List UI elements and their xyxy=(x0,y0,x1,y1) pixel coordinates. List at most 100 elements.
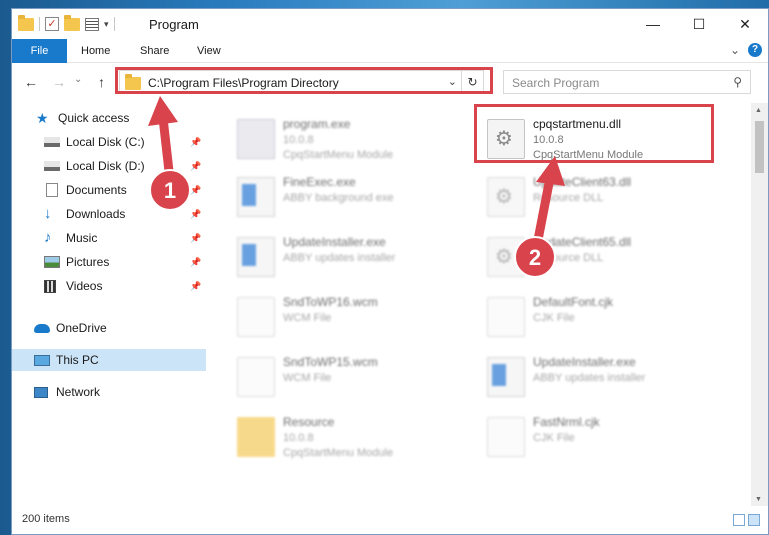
scroll-down-icon[interactable]: ▼ xyxy=(755,496,762,503)
properties-icon[interactable] xyxy=(85,17,99,31)
doc-icon xyxy=(487,297,525,337)
maximize-button[interactable]: ☐ xyxy=(676,9,722,39)
sidebar-item-pictures[interactable]: Pictures 📌 xyxy=(12,251,206,273)
tab-view[interactable]: View xyxy=(185,39,233,63)
tab-file[interactable]: File xyxy=(12,39,67,63)
file-version: 10.0.8 xyxy=(283,432,314,444)
file-description: WCM File xyxy=(283,312,332,324)
file-item[interactable]: SndToWP16.wcm WCM File xyxy=(207,289,443,341)
file-name: DefaultFont.cjk xyxy=(533,295,614,309)
vertical-scrollbar[interactable]: ▲ ▼ xyxy=(751,103,768,507)
computer-icon xyxy=(34,354,50,366)
sidebar-item-label: Pictures xyxy=(66,255,110,269)
large-icons-view-icon[interactable] xyxy=(748,514,760,526)
scroll-thumb[interactable] xyxy=(755,121,764,173)
file-description: CJK File xyxy=(533,432,575,444)
sidebar-item-videos[interactable]: Videos 📌 xyxy=(12,275,206,297)
window-title: Program xyxy=(149,17,199,32)
star-icon: ★ xyxy=(36,110,49,126)
close-button[interactable]: ✕ xyxy=(722,9,768,39)
file-description: CpqStartMenu Module xyxy=(283,149,394,161)
file-description: ABBY updates installer xyxy=(283,252,396,264)
file-description: CJK File xyxy=(533,312,575,324)
help-icon[interactable]: ? xyxy=(748,43,762,57)
file-name: FineExec.exe xyxy=(283,175,356,189)
app-icon xyxy=(237,119,275,159)
sidebar-item-label: This PC xyxy=(56,353,99,367)
file-item[interactable]: Resource 10.0.8 CpqStartMenu Module xyxy=(207,409,443,461)
pin-icon[interactable]: 📌 xyxy=(190,257,201,268)
file-item[interactable]: SndToWP15.wcm WCM File xyxy=(207,349,443,401)
search-input[interactable]: Search Program ⚲ xyxy=(503,70,751,94)
file-item[interactable]: UpdateInstaller.exe ABBY updates install… xyxy=(457,349,693,401)
view-toggle xyxy=(733,514,760,526)
sidebar-item-local-disk-c[interactable]: Local Disk (C:) 📌 xyxy=(12,131,206,153)
pin-icon[interactable]: 📌 xyxy=(190,161,201,172)
tab-home[interactable]: Home xyxy=(69,39,122,63)
sidebar-item-label: Music xyxy=(66,231,98,245)
sidebar-item-documents[interactable]: Documents 📌 xyxy=(12,179,206,201)
details-view-icon[interactable] xyxy=(733,514,745,526)
pin-icon[interactable]: 📌 xyxy=(190,281,201,292)
file-item[interactable]: FineExec.exe ABBY background exe xyxy=(207,169,443,221)
sidebar-item-local-disk-d[interactable]: Local Disk (D:) 📌 xyxy=(12,155,206,177)
sidebar-item-label: OneDrive xyxy=(56,321,107,335)
file-item[interactable]: FastNrml.cjk CJK File xyxy=(457,409,693,461)
separator xyxy=(39,17,40,31)
back-arrow-icon[interactable]: ← xyxy=(24,74,38,90)
minimize-button[interactable]: — xyxy=(630,9,676,39)
videos-icon xyxy=(44,279,56,293)
properties-check-icon[interactable]: ✓ xyxy=(45,17,59,31)
download-icon: ↓ xyxy=(44,205,52,222)
cloud-icon xyxy=(34,323,50,333)
pin-icon[interactable]: 📌 xyxy=(190,233,201,244)
file-item[interactable]: UpdateClient65.dll Resource DLL xyxy=(457,229,693,281)
sidebar-item-quick-access[interactable]: ★ Quick access xyxy=(12,107,206,129)
item-count: 200 items xyxy=(22,513,70,525)
quick-access-toolbar: ✓ ▾ xyxy=(18,14,115,33)
sidebar-item-network[interactable]: Network xyxy=(12,381,206,403)
file-item[interactable]: UpdateClient63.dll Resource DLL xyxy=(457,169,693,221)
drive-icon xyxy=(44,137,60,147)
sidebar-item-label: Network xyxy=(56,385,101,399)
customize-toolbar-icon[interactable]: ▾ xyxy=(104,19,109,30)
dll-file-highlight xyxy=(474,104,714,163)
file-description: Resource DLL xyxy=(533,252,604,264)
doc-icon xyxy=(237,357,275,397)
sidebar-item-label: Quick access xyxy=(58,111,130,125)
sidebar-item-this-pc[interactable]: This PC xyxy=(12,349,206,371)
expand-ribbon-icon[interactable]: ⌄ xyxy=(730,43,740,57)
file-name: UpdateClient65.dll xyxy=(533,235,632,249)
separator xyxy=(113,17,115,31)
address-bar-highlight xyxy=(115,67,493,94)
pin-icon[interactable]: 📌 xyxy=(190,209,201,220)
sidebar-item-onedrive[interactable]: OneDrive xyxy=(12,317,206,339)
sidebar-item-label: Downloads xyxy=(66,207,126,221)
file-item[interactable]: DefaultFont.cjk CJK File xyxy=(457,289,693,341)
sidebar-item-label: Local Disk (C:) xyxy=(66,135,145,149)
pin-icon[interactable]: 📌 xyxy=(190,137,201,148)
exe-icon xyxy=(237,237,275,277)
folder-icon xyxy=(18,14,34,31)
file-name: SndToWP15.wcm xyxy=(283,355,378,369)
new-folder-icon[interactable] xyxy=(64,14,80,31)
file-item[interactable]: UpdateInstaller.exe ABBY updates install… xyxy=(207,229,443,281)
recent-locations-icon[interactable]: ⌄ xyxy=(74,74,82,85)
file-item[interactable]: program.exe 10.0.8 CpqStartMenu Module xyxy=(207,111,443,163)
file-name: FastNrml.cjk xyxy=(533,415,600,429)
file-description: ABBY updates installer xyxy=(533,372,646,384)
window-controls: — ☐ ✕ xyxy=(630,9,768,39)
file-name: UpdateInstaller.exe xyxy=(283,235,386,249)
scroll-up-icon[interactable]: ▲ xyxy=(755,107,762,114)
ribbon: File Home Share View ⌄ ? xyxy=(12,39,768,63)
search-placeholder: Search Program xyxy=(512,76,600,90)
sidebar-item-downloads[interactable]: ↓ Downloads 📌 xyxy=(12,203,206,225)
tab-share[interactable]: Share xyxy=(128,39,181,63)
up-arrow-icon[interactable]: ↑ xyxy=(98,74,105,90)
search-icon[interactable]: ⚲ xyxy=(733,75,742,89)
file-name: UpdateClient63.dll xyxy=(533,175,632,189)
forward-arrow-icon[interactable]: → xyxy=(52,74,66,90)
sidebar-item-music[interactable]: ♪ Music 📌 xyxy=(12,227,206,249)
pin-icon[interactable]: 📌 xyxy=(190,185,201,196)
network-icon xyxy=(34,386,48,398)
